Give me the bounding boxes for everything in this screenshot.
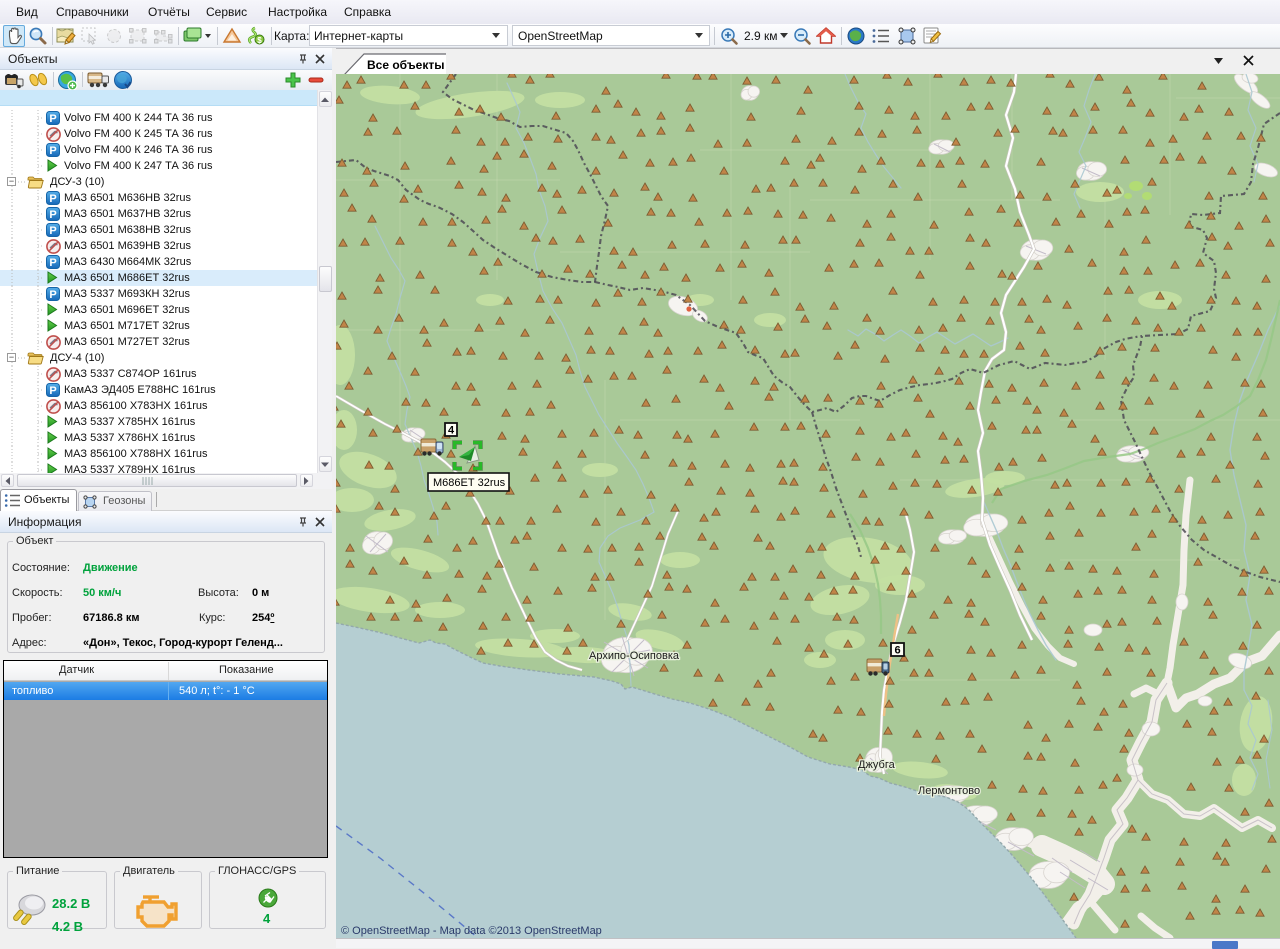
svg-text:$: $ [257,36,262,45]
svg-text:Все объекты: Все объекты [367,58,444,72]
svg-text:Архипо-Осиповка: Архипо-Осиповка [589,650,680,662]
svg-text:Лермонтово: Лермонтово [918,785,980,797]
svg-text:P: P [49,145,56,157]
svg-text:P: P [49,257,56,269]
svg-text:P: P [49,289,56,301]
svg-text:6: 6 [894,645,900,657]
svg-text:Джубга: Джубга [858,759,896,771]
svg-text:P: P [49,385,56,397]
svg-text:P: P [49,113,56,125]
svg-text:М686ЕТ 32rus: М686ЕТ 32rus [433,477,506,489]
svg-text:P: P [49,209,56,221]
svg-text:P: P [49,225,56,237]
svg-text:© OpenStreetMap - Map data ©20: © OpenStreetMap - Map data ©2013 OpenStr… [341,925,602,937]
svg-text:4: 4 [448,425,455,437]
svg-text:P: P [49,193,56,205]
